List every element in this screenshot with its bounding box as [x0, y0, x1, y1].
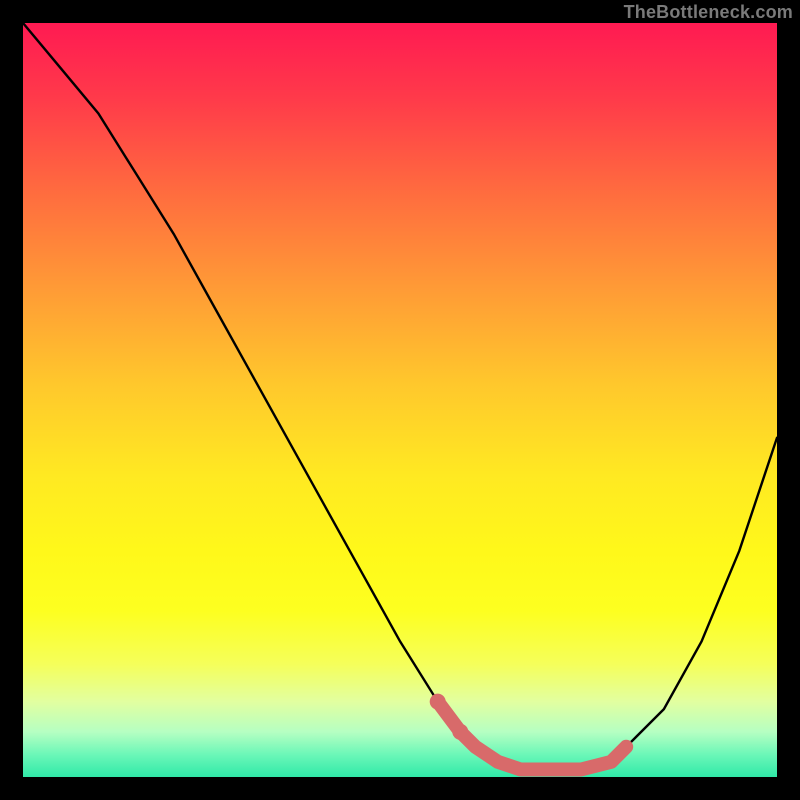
highlight-dots-layer	[23, 23, 777, 777]
plot-area	[23, 23, 777, 777]
chart-frame: TheBottleneck.com	[0, 0, 800, 800]
watermark-text: TheBottleneck.com	[624, 2, 793, 23]
highlight-dot	[452, 724, 468, 740]
highlight-dot	[430, 694, 446, 710]
